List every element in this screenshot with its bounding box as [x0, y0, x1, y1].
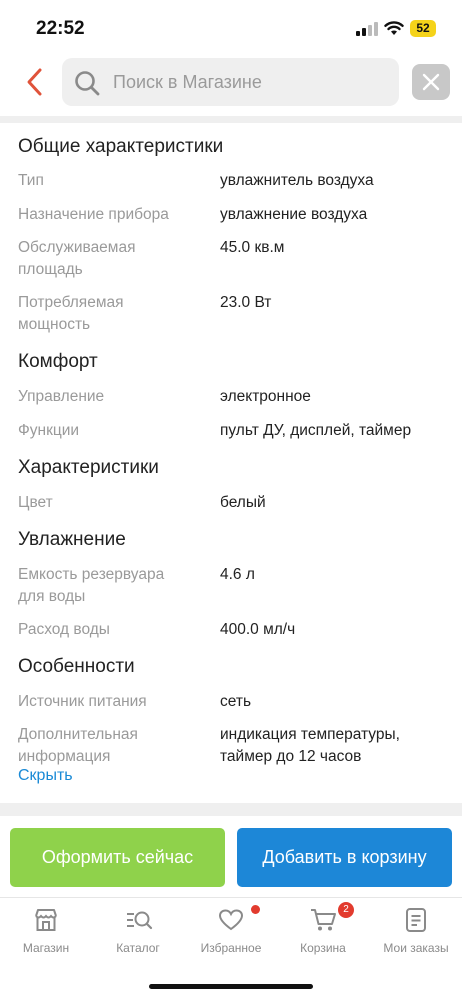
spec-label-source: Источник питания — [18, 693, 147, 710]
spec-value-type: увлажнитель воздуха — [220, 172, 374, 189]
spec-value-extra-line2: таймер до 12 часов — [220, 748, 362, 765]
wifi-icon — [384, 21, 404, 35]
section-title-comfort: Комфорт — [18, 351, 98, 372]
add-to-cart-button[interactable]: Добавить в корзину — [237, 828, 452, 887]
spec-label-extra-line1: Дополнительная — [18, 726, 138, 743]
heart-icon — [218, 909, 244, 931]
spec-value-extra-line1: индикация температуры, — [220, 726, 400, 743]
spec-label-area: Обслуживаемая площадь — [18, 237, 208, 281]
spec-label-tank-line2: для воды — [18, 588, 86, 605]
search-placeholder: Поиск в Магазине — [113, 72, 262, 92]
tab-favorites[interactable]: Избранное — [185, 898, 277, 968]
section-title-features: Особенности — [18, 656, 135, 677]
spec-value-purpose: увлажнение воздуха — [220, 206, 368, 223]
spec-label-power: Потребляемая мощность — [18, 292, 208, 336]
spec-value-source: сеть — [220, 693, 252, 710]
spec-label-control: Управление — [18, 388, 105, 405]
spec-label-area-line2: площадь — [18, 261, 83, 278]
search-input[interactable]: Поиск в Магазине — [62, 58, 399, 106]
spec-value-extra: индикация температуры, таймер до 12 часо… — [220, 724, 450, 768]
status-bar: 22:52 52 — [0, 0, 462, 52]
favorites-notification-dot — [251, 905, 260, 914]
tab-label-favorites: Избранное — [200, 941, 262, 955]
search-icon — [75, 71, 100, 96]
battery-indicator: 52 — [410, 20, 436, 37]
spec-label-power-line2: мощность — [18, 316, 91, 333]
spec-value-area: 45.0 кв.м — [220, 239, 285, 256]
hide-specs-link[interactable]: Скрыть — [18, 767, 73, 785]
cart-icon — [311, 909, 336, 931]
spec-value-control: электронное — [220, 388, 311, 405]
status-time: 22:52 — [36, 18, 85, 39]
checkout-now-button[interactable]: Оформить сейчас — [10, 828, 225, 887]
tab-label-my-orders: Мои заказы — [383, 941, 449, 955]
tab-store[interactable]: Магазин — [0, 898, 92, 968]
clear-search-button[interactable] — [412, 64, 450, 100]
search-header: Поиск в Магазине — [0, 52, 462, 114]
bottom-tab-bar: Магазин Каталог Избранное 2 Корзина Мои … — [0, 897, 462, 968]
spec-label-functions: Функции — [18, 422, 80, 439]
orders-icon — [406, 908, 426, 932]
spec-label-color: Цвет — [18, 494, 53, 511]
spec-label-extra: Дополнительная информация — [18, 724, 208, 768]
catalog-search-icon — [127, 911, 153, 930]
section-title-characteristics: Характеристики — [18, 457, 159, 478]
spec-value-functions: пульт ДУ, дисплей, таймер — [220, 422, 412, 439]
store-icon — [35, 909, 57, 931]
spec-label-tank-line1: Емкость резервуара — [18, 566, 165, 583]
spec-label-power-line1: Потребляемая — [18, 294, 124, 311]
cellular-signal-icon — [356, 22, 378, 36]
tab-label-catalog: Каталог — [116, 941, 160, 955]
spec-label-tank: Емкость резервуара для воды — [18, 564, 208, 608]
section-title-general: Общие характеристики — [18, 136, 224, 157]
spec-value-power: 23.0 Вт — [220, 294, 272, 311]
tab-my-orders[interactable]: Мои заказы — [370, 898, 462, 968]
section-title-humidification: Увлажнение — [18, 529, 126, 550]
back-arrow-icon[interactable] — [22, 66, 48, 98]
spec-label-flow: Расход воды — [18, 621, 110, 638]
tab-catalog[interactable]: Каталог — [92, 898, 184, 968]
spec-value-tank: 4.6 л — [220, 566, 255, 583]
spec-label-extra-line2: информация — [18, 748, 111, 765]
spec-label-area-line1: Обслуживаемая — [18, 239, 136, 256]
section-divider — [0, 803, 462, 816]
tab-cart[interactable]: 2 Корзина — [277, 898, 369, 968]
spec-value-color: белый — [220, 494, 266, 511]
section-divider — [0, 116, 462, 123]
tab-label-store: Магазин — [22, 941, 70, 955]
tab-label-cart: Корзина — [300, 941, 346, 955]
close-icon — [422, 73, 440, 91]
spec-value-flow: 400.0 мл/ч — [220, 621, 296, 638]
spec-label-type: Тип — [18, 172, 44, 189]
home-indicator — [149, 984, 313, 989]
spec-label-purpose: Назначение прибора — [18, 206, 169, 223]
cart-count-badge: 2 — [338, 902, 354, 918]
